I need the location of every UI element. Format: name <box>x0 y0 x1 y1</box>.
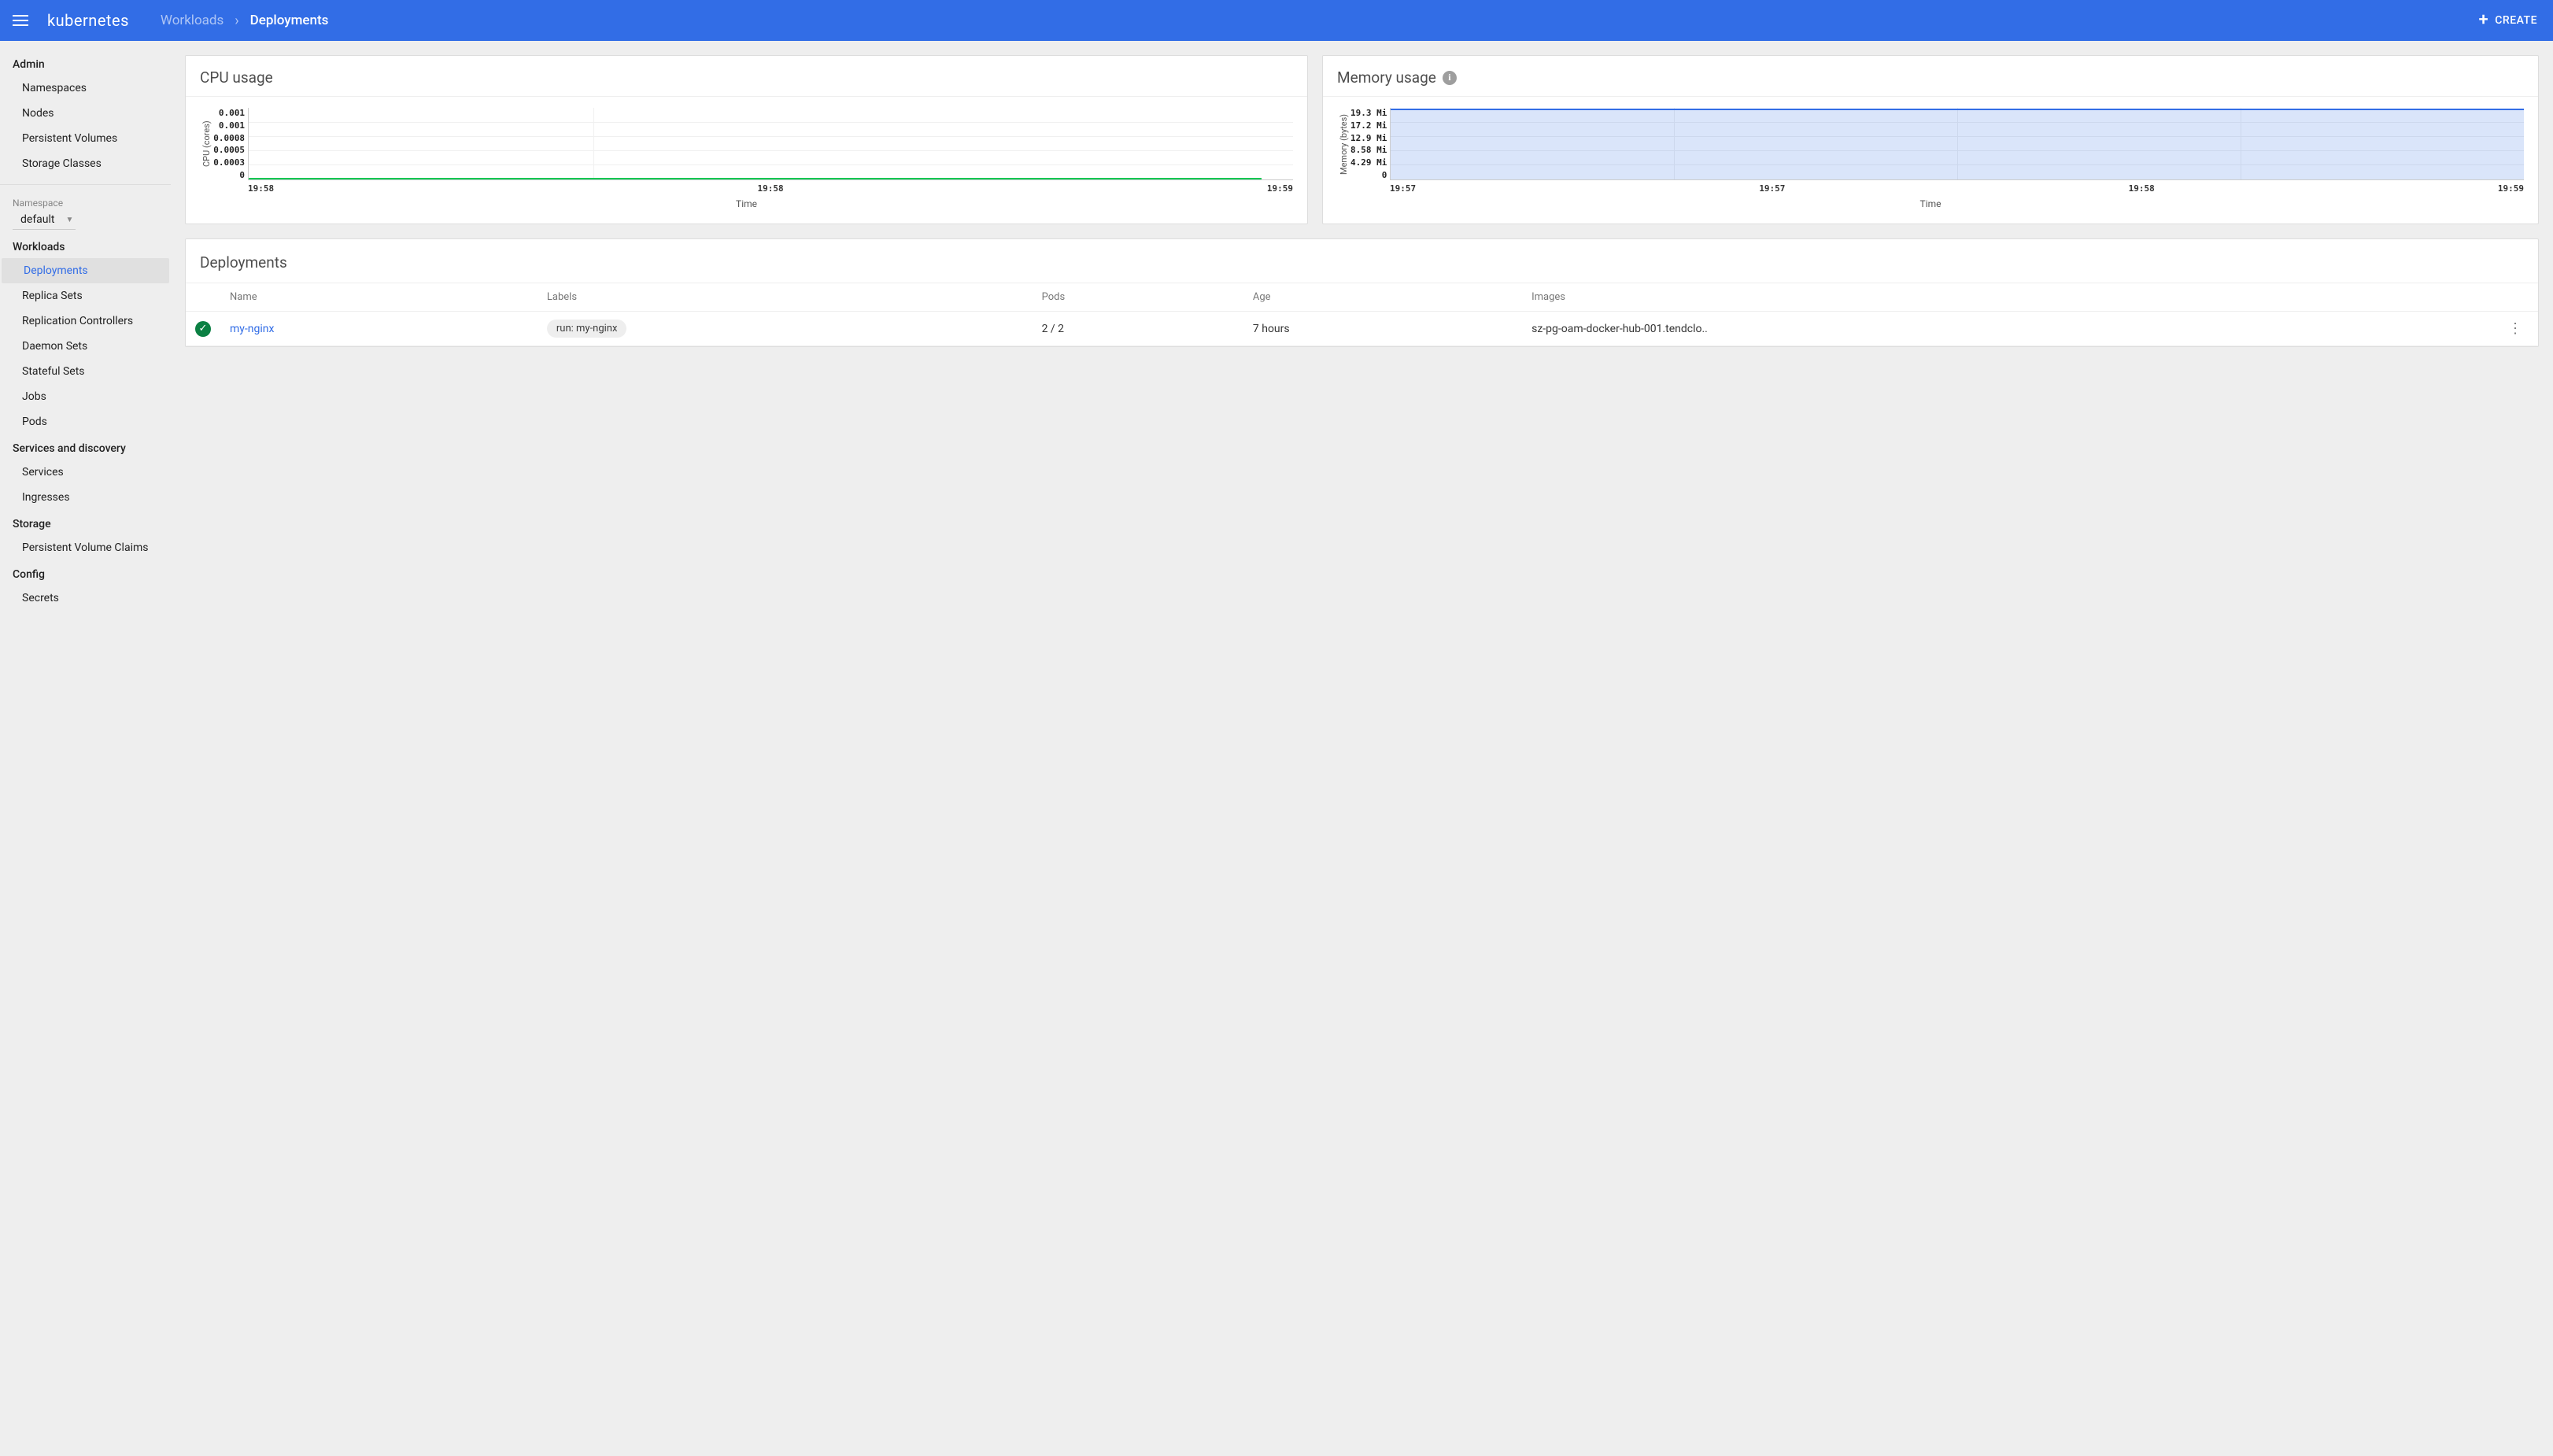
age-cell: 7 hours <box>1243 312 1522 346</box>
sidebar-section-services[interactable]: Services and discovery <box>0 434 171 460</box>
deployments-table: Name Labels Pods Age Images ✓ my-nginx r… <box>186 283 2538 346</box>
memory-series-fill <box>1391 110 2524 179</box>
menu-icon[interactable] <box>13 11 31 30</box>
logo: kubernetes <box>47 11 129 30</box>
memory-usage-card: Memory usage i Memory (bytes) 19.3 Mi 17… <box>1322 55 2539 224</box>
breadcrumb-parent[interactable]: Workloads <box>161 13 224 28</box>
sidebar-item-stateful-sets[interactable]: Stateful Sets <box>0 359 171 384</box>
sidebar-section-config[interactable]: Config <box>0 560 171 586</box>
dropdown-arrow-icon: ▼ <box>66 216 74 224</box>
col-labels[interactable]: Labels <box>538 283 1033 312</box>
label-chip[interactable]: run: my-nginx <box>547 320 627 338</box>
cpu-ylabel: CPU (cores) <box>200 108 213 180</box>
sidebar-item-daemon-sets[interactable]: Daemon Sets <box>0 334 171 359</box>
cpu-series-line <box>249 178 1262 179</box>
cpu-yticks: 0.001 0.001 0.0008 0.0005 0.0003 0 <box>213 108 248 180</box>
sidebar-item-persistent-volumes[interactable]: Persistent Volumes <box>0 126 171 151</box>
deployments-title: Deployments <box>186 239 2538 283</box>
deployment-name-link[interactable]: my-nginx <box>230 323 274 335</box>
memory-yticks: 19.3 Mi 17.2 Mi 12.9 Mi 8.58 Mi 4.29 Mi … <box>1350 108 1390 180</box>
sidebar-item-deployments[interactable]: Deployments <box>2 258 169 283</box>
sidebar-item-jobs[interactable]: Jobs <box>0 384 171 409</box>
table-row[interactable]: ✓ my-nginx run: my-nginx 2 / 2 7 hours s… <box>186 312 2538 346</box>
memory-xticks: 19:57 19:57 19:58 19:59 <box>1390 183 2524 194</box>
cpu-usage-card: CPU usage CPU (cores) 0.001 0.001 0.0008… <box>185 55 1308 224</box>
col-age[interactable]: Age <box>1243 283 1522 312</box>
sidebar-item-ingresses[interactable]: Ingresses <box>0 485 171 510</box>
images-cell: sz-pg-oam-docker-hub-001.tendclo.. <box>1522 312 2499 346</box>
namespace-selected: default <box>20 213 55 226</box>
info-icon[interactable]: i <box>1443 71 1457 85</box>
pods-cell: 2 / 2 <box>1033 312 1243 346</box>
cpu-xticks: 19:58 19:58 19:59 <box>248 183 1293 194</box>
status-ok-icon: ✓ <box>195 321 211 337</box>
col-name[interactable]: Name <box>220 283 538 312</box>
memory-series-line <box>1391 109 2524 110</box>
create-button[interactable]: + CREATE <box>2479 12 2537 29</box>
sidebar-item-secrets[interactable]: Secrets <box>0 586 171 611</box>
sidebar-item-replica-sets[interactable]: Replica Sets <box>0 283 171 309</box>
sidebar-section-storage[interactable]: Storage <box>0 510 171 535</box>
memory-plot <box>1390 108 2524 180</box>
memory-ylabel: Memory (bytes) <box>1337 108 1350 180</box>
cpu-plot <box>248 108 1293 180</box>
col-images[interactable]: Images <box>1522 283 2499 312</box>
breadcrumb-current: Deployments <box>250 13 329 28</box>
breadcrumb: Workloads › Deployments <box>161 13 328 29</box>
sidebar-item-nodes[interactable]: Nodes <box>0 101 171 126</box>
cpu-card-title: CPU usage <box>186 56 1307 96</box>
namespace-label: Namespace <box>0 193 171 209</box>
divider <box>0 184 171 185</box>
sidebar-item-replication-controllers[interactable]: Replication Controllers <box>0 309 171 334</box>
memory-xlabel: Time <box>1337 198 2524 209</box>
sidebar-item-pods[interactable]: Pods <box>0 409 171 434</box>
sidebar-section-admin[interactable]: Admin <box>0 50 171 76</box>
sidebar: Admin Namespaces Nodes Persistent Volume… <box>0 41 171 1456</box>
chevron-right-icon: › <box>235 13 238 29</box>
col-pods[interactable]: Pods <box>1033 283 1243 312</box>
row-menu-icon[interactable]: ⋮ <box>2508 320 2522 337</box>
sidebar-item-pvc[interactable]: Persistent Volume Claims <box>0 535 171 560</box>
app-header: kubernetes Workloads › Deployments + CRE… <box>0 0 2553 41</box>
sidebar-item-services[interactable]: Services <box>0 460 171 485</box>
main-content: CPU usage CPU (cores) 0.001 0.001 0.0008… <box>171 41 2553 1456</box>
namespace-select[interactable]: default ▼ <box>13 210 76 230</box>
deployments-card: Deployments Name Labels Pods Age Images <box>185 238 2539 347</box>
plus-icon: + <box>2479 12 2489 29</box>
cpu-xlabel: Time <box>200 198 1293 209</box>
sidebar-section-workloads[interactable]: Workloads <box>0 233 171 258</box>
sidebar-item-namespaces[interactable]: Namespaces <box>0 76 171 101</box>
memory-card-title: Memory usage <box>1337 68 1436 87</box>
sidebar-item-storage-classes[interactable]: Storage Classes <box>0 151 171 176</box>
create-label: CREATE <box>2495 14 2537 27</box>
